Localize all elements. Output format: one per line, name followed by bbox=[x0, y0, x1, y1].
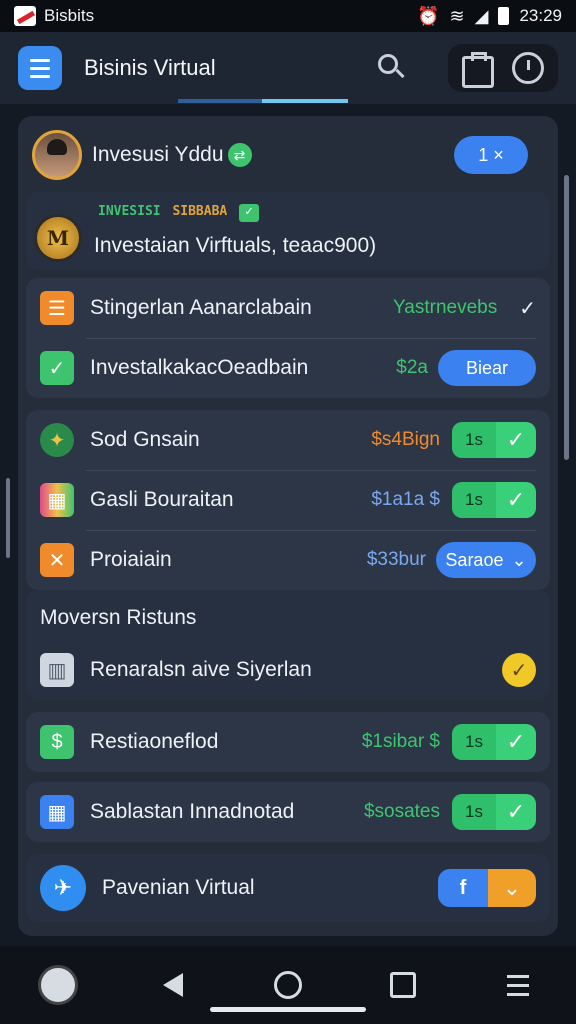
clock-icon[interactable] bbox=[34, 961, 82, 1009]
box-icon: ▥ bbox=[40, 653, 74, 687]
footer-card[interactable]: ✈ Pavenian Virtual f ⌄ bbox=[26, 854, 550, 922]
list-item-value: $33bur bbox=[366, 549, 426, 570]
battery-icon bbox=[498, 7, 510, 25]
edge-handle[interactable] bbox=[6, 478, 10, 558]
calendar-icon: ▦ bbox=[40, 795, 74, 829]
check-icon: ✓ bbox=[496, 724, 536, 760]
list-item-value: $s4Bign bbox=[371, 429, 440, 450]
blocks-icon: ▦ bbox=[40, 483, 74, 517]
menu-button[interactable] bbox=[18, 46, 62, 90]
app-bar: Bisinis Virtual bbox=[0, 32, 576, 104]
profile-row[interactable]: Invesusi Yddu ⇄ 1 × bbox=[18, 124, 542, 186]
quantity-toggle[interactable]: 1s ✓ bbox=[452, 482, 536, 518]
tab-indicator-active bbox=[262, 99, 348, 103]
list-c-item-2: ▦ Sablastan Innadnotad $sosates 1s ✓ bbox=[26, 782, 550, 842]
list-item-value: $sosates bbox=[363, 801, 440, 822]
list-icon: ☰ bbox=[40, 291, 74, 325]
timer-icon[interactable] bbox=[512, 52, 544, 84]
notification-app-icon bbox=[14, 6, 36, 26]
system-nav-bar bbox=[0, 946, 576, 1024]
action-group bbox=[448, 44, 558, 92]
investment-title: Investaian Virftuals, teaac900) bbox=[94, 234, 377, 257]
investment-tag: INVESISI SIBBABA ✓ bbox=[98, 204, 260, 222]
section-title: Moversn Ristuns bbox=[40, 606, 197, 629]
list-item[interactable]: ✕ Proiaiain $33bur Saraoe ⌄ bbox=[26, 530, 550, 590]
chevron-down-icon: ⌄ bbox=[488, 869, 536, 907]
alarm-icon: ⏰ bbox=[417, 6, 440, 26]
scrollbar[interactable] bbox=[564, 175, 569, 460]
list-item-label: Stingerlan Aanarclabain bbox=[90, 296, 312, 319]
list-item-value: $1a1a $ bbox=[371, 489, 440, 510]
check-icon: ✓ bbox=[496, 482, 536, 518]
profile-name: Invesusi Yddu bbox=[92, 143, 224, 166]
check-circle-icon[interactable]: ✓ bbox=[502, 653, 536, 687]
plane-icon: ✈ bbox=[40, 865, 86, 911]
cash-icon: $ bbox=[40, 725, 74, 759]
list-item-label: Proiaiain bbox=[90, 548, 172, 571]
list-item[interactable]: ✓ InvestalkakacOeadbain $2a Biear bbox=[26, 338, 550, 398]
home-icon[interactable] bbox=[264, 961, 312, 1009]
list-item-label: Gasli Bouraitan bbox=[90, 488, 234, 511]
close-badge-button[interactable]: 1 × bbox=[454, 136, 528, 174]
list-a: ☰ Stingerlan Aanarclabain Yastrnevebs ✓ … bbox=[26, 278, 550, 398]
avatar bbox=[32, 130, 82, 180]
page-title: Bisinis Virtual bbox=[84, 55, 216, 80]
split-button[interactable]: f ⌄ bbox=[438, 869, 536, 907]
list-item[interactable]: $ Restiaoneflod $1sibar $ 1s ✓ bbox=[26, 712, 550, 772]
check-icon: ✓ bbox=[496, 794, 536, 830]
status-bar: Bisbits ⏰ ≋ ◢ 23:29 bbox=[0, 0, 576, 32]
chevron-down-icon[interactable]: ✓ bbox=[519, 296, 536, 321]
list-item[interactable]: ▦ Sablastan Innadnotad $sosates 1s ✓ bbox=[26, 782, 550, 842]
list-item-value: Yastrnevebs bbox=[393, 297, 498, 318]
list-item-label: Restiaoneflod bbox=[90, 730, 219, 753]
list-item-value: $2a bbox=[396, 357, 428, 378]
dropdown-select[interactable]: Saraoe ⌄ bbox=[436, 542, 536, 578]
check-icon: ✓ bbox=[40, 351, 74, 385]
wifi-icon: ≋ bbox=[449, 6, 465, 26]
list-item[interactable]: ☰ Stingerlan Aanarclabain Yastrnevebs ✓ bbox=[26, 278, 550, 338]
recents-icon[interactable] bbox=[379, 961, 427, 1009]
investment-card[interactable]: INVESISI SIBBABA ✓ M Investaian Virftual… bbox=[26, 192, 550, 270]
search-button[interactable] bbox=[372, 48, 412, 88]
quantity-toggle[interactable]: 1s ✓ bbox=[452, 794, 536, 830]
list-item-label: Sod Gnsain bbox=[90, 428, 200, 451]
quantity-toggle[interactable]: 1s ✓ bbox=[452, 422, 536, 458]
tab-indicator-inactive bbox=[178, 99, 262, 103]
list-item-label: Renaralsn aive Siyerlan bbox=[90, 658, 312, 681]
home-indicator[interactable] bbox=[210, 1007, 366, 1012]
signal-icon: ◢ bbox=[474, 6, 489, 26]
movers-card: Moversn Ristuns ▥ Renaralsn aive Siyerla… bbox=[26, 590, 550, 700]
action-button[interactable]: Biear bbox=[438, 350, 536, 386]
quantity-toggle[interactable]: 1s ✓ bbox=[452, 724, 536, 760]
list-item[interactable]: ▦ Gasli Bouraitan $1a1a $ 1s ✓ bbox=[26, 470, 550, 530]
chevron-down-icon: ⌄ bbox=[511, 549, 527, 570]
list-item[interactable]: ✦ Sod Gnsain $s4Bign 1s ✓ bbox=[26, 410, 550, 470]
flag-icon: ✕ bbox=[40, 543, 74, 577]
list-b: ✦ Sod Gnsain $s4Bign 1s ✓ ▦ Gasli Bourai… bbox=[26, 410, 550, 590]
clipboard-icon[interactable] bbox=[462, 52, 494, 88]
menu-lines-icon[interactable] bbox=[494, 961, 542, 1009]
list-item-label: InvestalkakacOeadbain bbox=[90, 356, 309, 379]
list-item-label: Sablastan Innadnotad bbox=[90, 800, 295, 823]
list-item-label: Pavenian Virtual bbox=[102, 876, 255, 899]
list-item[interactable]: ▥ Renaralsn aive Siyerlan ✓ bbox=[26, 640, 550, 700]
list-c-item-1: $ Restiaoneflod $1sibar $ 1s ✓ bbox=[26, 712, 550, 772]
check-icon: ✓ bbox=[239, 204, 260, 222]
coin-icon: M bbox=[34, 214, 82, 262]
menu-icon bbox=[30, 58, 50, 62]
list-item[interactable]: ✈ Pavenian Virtual f ⌄ bbox=[26, 858, 550, 918]
check-icon: ✓ bbox=[496, 422, 536, 458]
back-icon[interactable] bbox=[149, 961, 197, 1009]
list-item-value: $1sibar $ bbox=[361, 731, 440, 752]
carrier-label: Bisbits bbox=[44, 6, 95, 25]
compass-icon: ✦ bbox=[40, 423, 74, 457]
verified-icon: ⇄ bbox=[227, 143, 252, 167]
content-panel: Invesusi Yddu ⇄ 1 × INVESISI SIBBABA ✓ M… bbox=[18, 116, 558, 936]
clock-time: 23:29 bbox=[519, 6, 562, 25]
